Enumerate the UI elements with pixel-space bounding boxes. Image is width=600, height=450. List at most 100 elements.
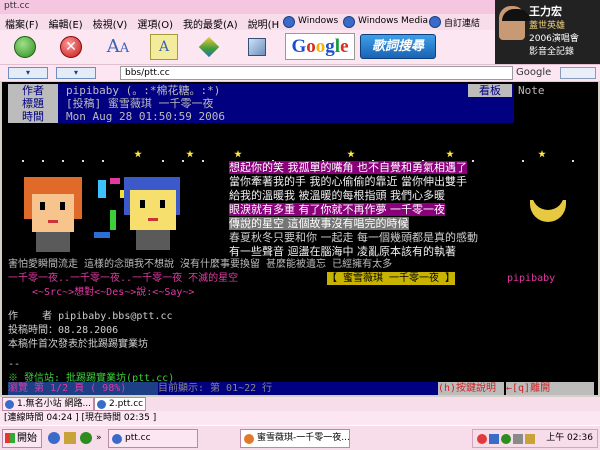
tray-network-icon[interactable]: [489, 434, 499, 444]
boy-body: [136, 230, 170, 250]
tab-1[interactable]: 1.無名小站 網路...: [2, 397, 94, 411]
addon-button[interactable]: [196, 34, 224, 60]
quicklaunch-more-icon[interactable]: »: [96, 432, 104, 444]
dot: [472, 160, 474, 162]
footer-leave[interactable]: ←[q]離開: [506, 382, 594, 395]
date-line: 投稿時間：08.28.2006: [8, 325, 119, 336]
lyric-line-8: 害怕愛瞬間流走 這樣的念頭我不想說 沒有什麼事要換留 甚麼能被遺忘 已經擁有太多: [8, 259, 393, 270]
star-icon: [134, 150, 142, 158]
lyric-line-2: 當你牽著我的手 我的心偷偷的靠近 當你伸出雙手: [229, 175, 467, 188]
ad-line2: 蓋世英雄: [529, 21, 566, 31]
address-input[interactable]: bbs/ptt.cc: [120, 66, 513, 80]
menu-favorites[interactable]: 我的最愛(A): [178, 14, 243, 31]
clock: 上午 02:36: [546, 433, 593, 443]
link-windows[interactable]: Windows: [282, 15, 340, 29]
toolbar: ✕ AA A Google 歌詞搜尋: [0, 30, 495, 64]
dot: [82, 160, 84, 162]
header-board-value: Note: [518, 84, 545, 97]
girl-mouth: [48, 220, 58, 223]
tab-2[interactable]: 2.ptt.cc: [94, 397, 146, 411]
boy-face: [130, 190, 176, 230]
girl-bangs: [32, 186, 74, 194]
start-button[interactable]: 開始: [2, 429, 42, 448]
system-tray: 上午 02:36: [472, 429, 598, 448]
folder-quicklaunch-icon[interactable]: [64, 432, 76, 444]
dot: [22, 160, 24, 162]
dot: [102, 160, 104, 162]
girl-eye: [40, 202, 45, 210]
star-icon: [186, 150, 194, 158]
ad-line3: 2006演唱會: [529, 34, 579, 44]
ad-portrait: [499, 6, 530, 40]
site-dropdown-button[interactable]: ▾: [8, 67, 48, 79]
separator: --: [8, 359, 21, 370]
link-custom[interactable]: 自訂連結: [428, 15, 482, 29]
ie-icon: [283, 16, 295, 28]
header-title-key: 標題: [8, 97, 58, 110]
girl-body: [36, 232, 70, 252]
package-button[interactable]: [244, 34, 272, 60]
tray-app-icon[interactable]: [477, 434, 487, 444]
footer-lines: 目前顯示: 第 01~22 行: [158, 382, 438, 395]
dot: [572, 160, 574, 162]
credit-line: 一千零一夜..一千零一夜..一千零一夜 不滅的星空: [8, 273, 239, 284]
lyric-line-1: 想起你的笑 我孤單的嘴角 也不自覺和勇氣相遇了: [229, 161, 467, 174]
connect-icon: [14, 36, 36, 58]
link-windows-media[interactable]: Windows Media: [342, 15, 430, 29]
star-icon: [446, 150, 454, 158]
credit-tag: 【 蜜雪薇琪 一千零一夜 】: [327, 272, 456, 285]
taskbar: 開始 » ptt.cc 蜜雪薇琪-一千零一夜... 上午 02:36: [0, 425, 600, 450]
menu-edit[interactable]: 編輯(E): [44, 14, 88, 31]
note-line: 本稿件首次發表於批踢踢實業坊: [8, 339, 148, 350]
ad-banner[interactable]: 王力宏 蓋世英雄 2006演唱會 影音全記錄: [495, 0, 600, 64]
tray-volume-icon[interactable]: [513, 434, 523, 444]
dot: [62, 160, 64, 162]
connection-status: [連線時間 04:24 ] [現在時間 02:35 ]: [0, 411, 600, 425]
footer-help[interactable]: (h)按鍵說明: [438, 382, 504, 395]
font-size-icon: A: [106, 36, 120, 57]
lyric-search-button[interactable]: 歌詞搜尋: [360, 34, 436, 59]
cube-icon: [198, 36, 220, 58]
ad-line4: 影音全記錄: [529, 47, 575, 57]
tab-bar: 1.無名小站 網路... 2.ptt.cc: [0, 397, 600, 411]
tray-antivirus-icon[interactable]: [501, 434, 511, 444]
header-author-key: 作者: [8, 84, 58, 97]
star-icon: [347, 150, 355, 158]
bbs-dropdown-button[interactable]: ▾: [56, 67, 96, 79]
task-ptt[interactable]: ptt.cc: [108, 429, 198, 448]
header-time-value: Mon Aug 28 01:50:59 2006: [66, 110, 225, 123]
author-line: 作 者 pipibaby.bbs@ptt.cc: [8, 311, 173, 322]
menu-view[interactable]: 檢視(V): [88, 14, 133, 31]
ie-icon: [112, 434, 122, 444]
header-board-key: 看板: [468, 84, 512, 97]
lyric-line-5: 傳說的星空 這個故事沒有唱完的時候: [229, 217, 409, 230]
dot: [42, 160, 44, 162]
star-icon: [234, 150, 242, 158]
menu-file[interactable]: 檔案(F): [0, 14, 44, 31]
disconnect-button[interactable]: ✕: [58, 34, 86, 60]
ie-quicklaunch-icon[interactable]: [48, 432, 60, 444]
dot: [202, 160, 204, 162]
google-search-input[interactable]: [560, 67, 596, 79]
dot: [162, 160, 164, 162]
lyric-line-3: 給我的溫暖我 被溫暖的每根指頭 我們心多暖: [229, 189, 445, 202]
girl-face: [32, 192, 74, 232]
boy-eye: [160, 200, 165, 208]
windows-logo-icon: [5, 433, 15, 443]
font-size-button[interactable]: AA: [104, 34, 132, 60]
font-button[interactable]: A: [150, 34, 178, 60]
bbs-terminal[interactable]: 作者 pipibaby (。:*棉花糖。:*) 標題 [投稿] 蜜雪薇琪 一千零…: [2, 82, 598, 395]
star-icon: [538, 150, 546, 158]
header-author-value: pipibaby (。:*棉花糖。:*): [66, 84, 221, 97]
tray-ime-icon[interactable]: [525, 434, 535, 444]
close-icon: ✕: [60, 36, 82, 58]
dot: [522, 160, 524, 162]
lyric-line-6: 春夏秋冬只要和你 一起走 每一個幾頭都是真的感動: [229, 231, 478, 244]
menu-options[interactable]: 選項(O): [132, 14, 178, 31]
address-bar: ▾ ▾ bbs/ptt.cc Google: [0, 64, 600, 81]
task-media[interactable]: 蜜雪薇琪-一千零一夜...: [240, 429, 350, 448]
dot: [182, 160, 184, 162]
google-button[interactable]: Google: [285, 33, 355, 60]
connect-button[interactable]: [12, 34, 40, 60]
app-quicklaunch-icon[interactable]: [80, 432, 92, 444]
